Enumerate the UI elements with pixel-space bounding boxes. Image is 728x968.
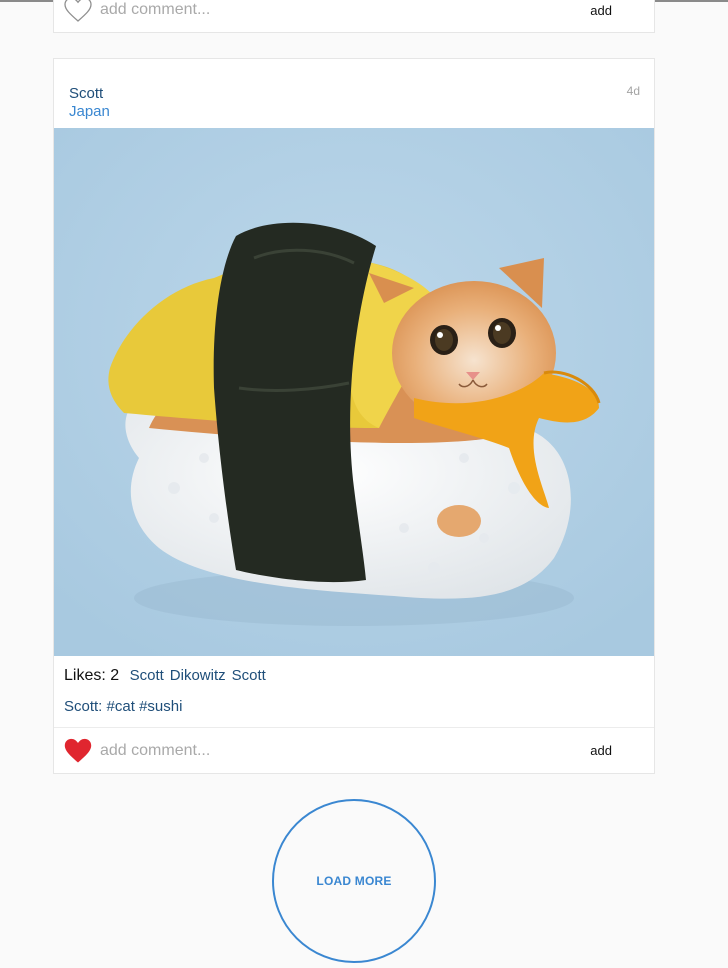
liker-link[interactable]: Scott: [232, 667, 266, 684]
comment-row: add: [54, 0, 654, 32]
post-photo[interactable]: [54, 128, 654, 656]
post-timestamp: 4d: [626, 84, 640, 98]
likes-count: 2: [110, 667, 120, 684]
likes-label: Likes:: [64, 667, 106, 684]
hashtag-link[interactable]: #cat: [107, 698, 135, 715]
previous-post-card: add: [53, 0, 655, 33]
cat-sushi-image: [54, 128, 654, 656]
liker-link[interactable]: Scott: [130, 667, 164, 684]
load-more-button[interactable]: LOAD MORE: [272, 799, 436, 963]
comment-row: add: [54, 727, 654, 773]
post-author[interactable]: Scott: [69, 85, 103, 102]
add-comment-button[interactable]: add: [590, 743, 612, 758]
caption-author[interactable]: Scott:: [64, 698, 102, 715]
hashtag-link[interactable]: #sushi: [139, 698, 182, 715]
post-caption: Scott: #cat #sushi: [64, 698, 182, 715]
likes-row: Likes: 2 Scott Dikowitz Scott: [64, 667, 266, 685]
liker-link[interactable]: Dikowitz: [170, 667, 226, 684]
heart-filled-icon[interactable]: [64, 738, 92, 764]
post-card: Scott Japan 4d Likes: 2 Scott Dikowitz S…: [53, 58, 655, 774]
heart-outline-icon[interactable]: [64, 0, 92, 23]
comment-input[interactable]: [100, 0, 560, 23]
comment-input[interactable]: [100, 737, 560, 764]
post-location[interactable]: Japan: [69, 103, 110, 120]
add-comment-button[interactable]: add: [590, 3, 612, 18]
